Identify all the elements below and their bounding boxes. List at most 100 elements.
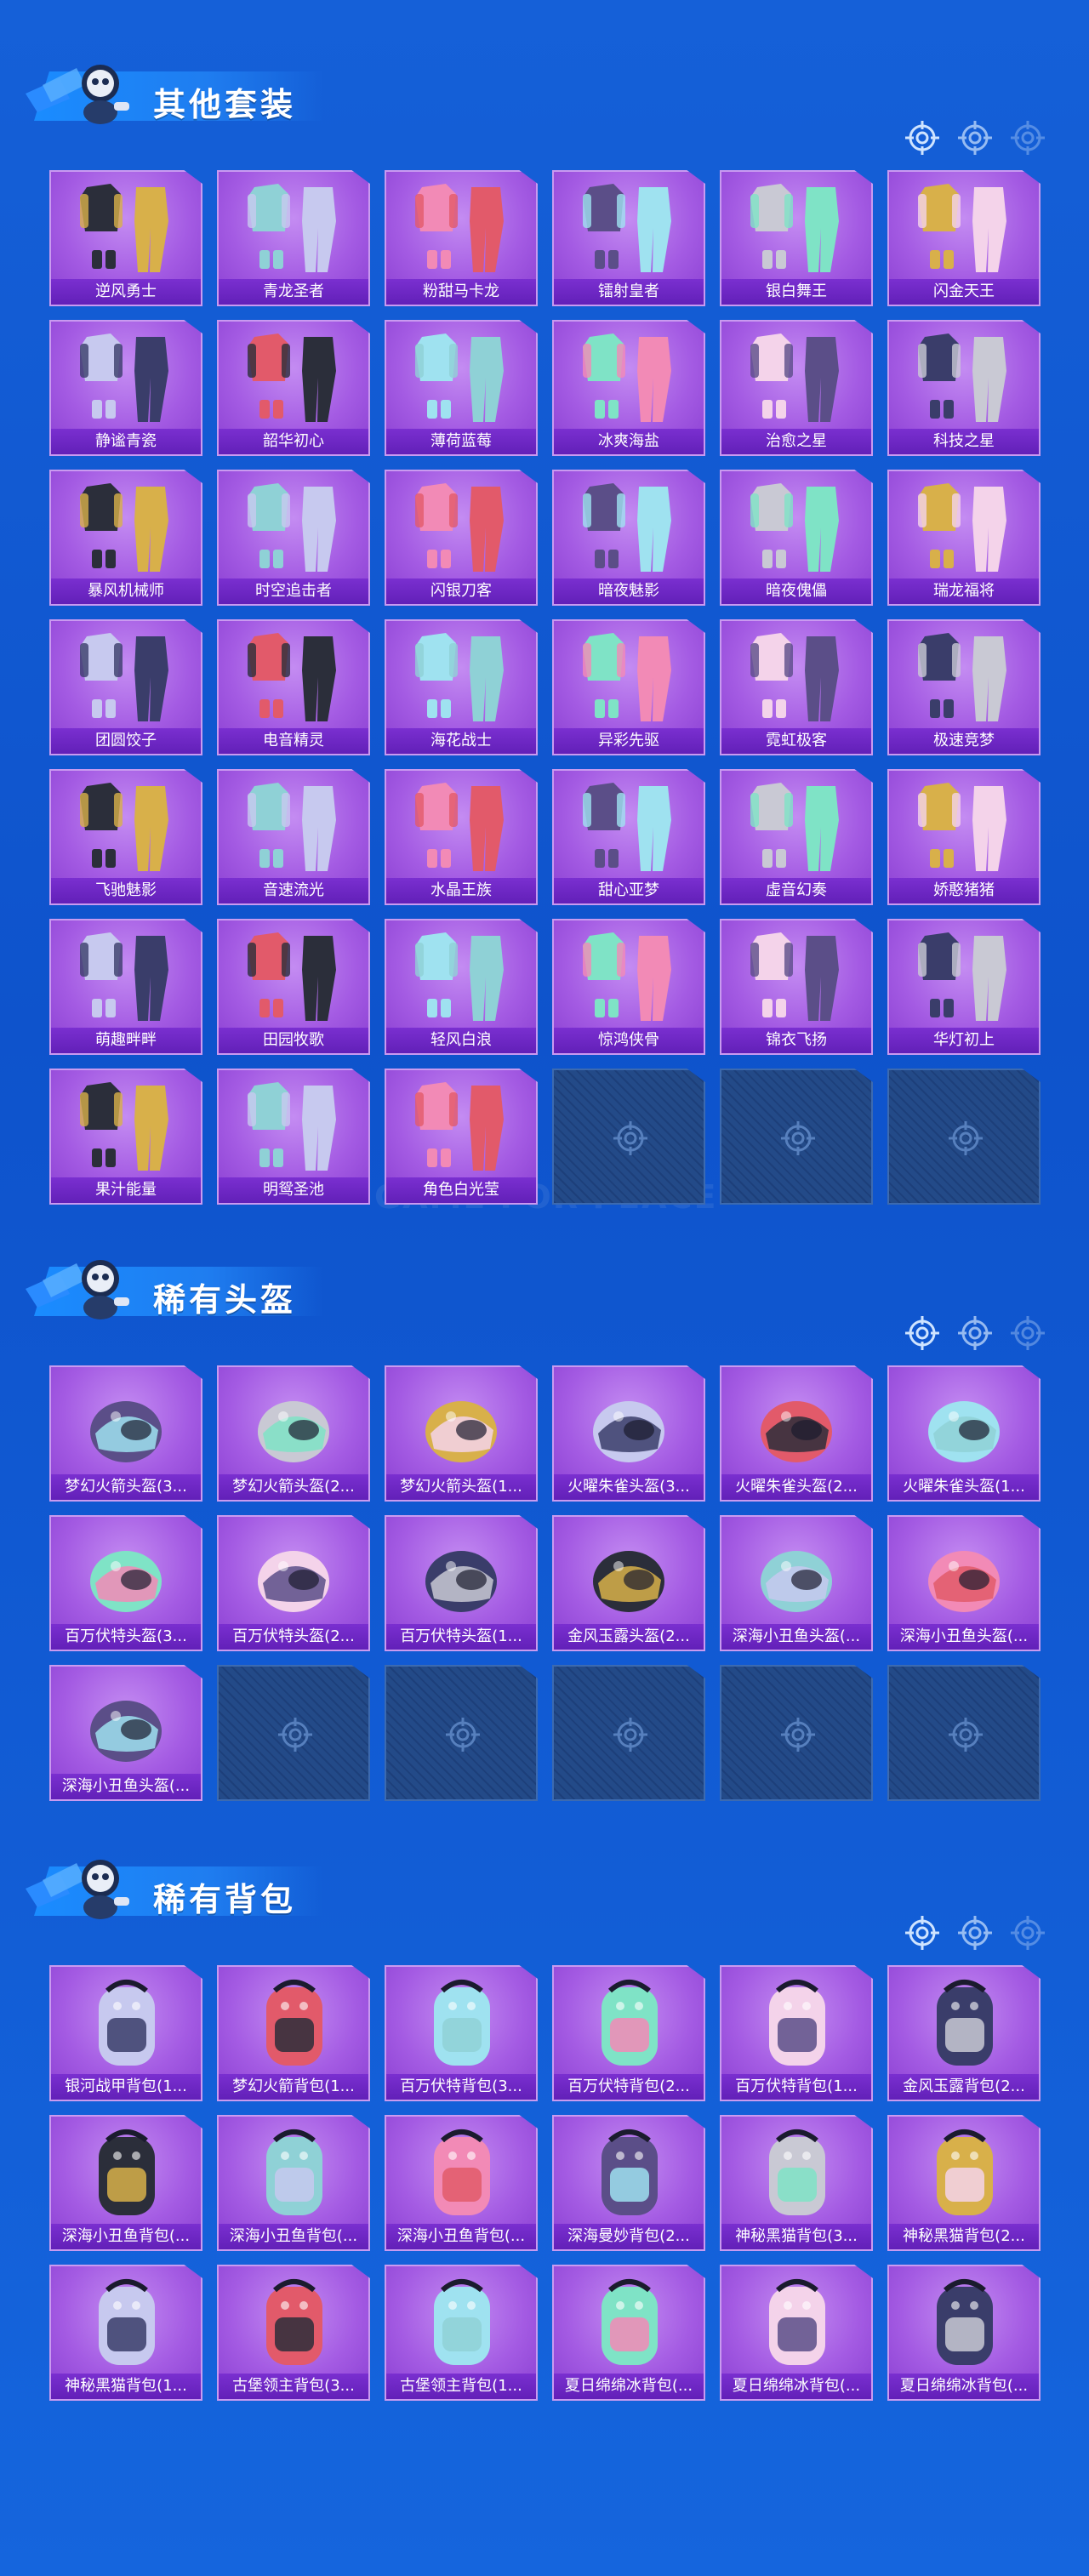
backpack-card[interactable]: 夏日绵绵冰背包(... — [720, 2265, 873, 2401]
outfit-card[interactable]: 萌趣畔畔 — [49, 919, 202, 1055]
outfit-card[interactable]: 角色白光莹 — [385, 1069, 538, 1205]
outfit-card[interactable]: 异彩先驱 — [552, 619, 705, 755]
outfit-card[interactable]: 粉甜马卡龙 — [385, 170, 538, 306]
backpack-card[interactable]: 百万伏特背包(3... — [385, 1965, 538, 2101]
outfit-card[interactable]: 华灯初上 — [887, 919, 1041, 1055]
backpack-card[interactable]: 深海小丑鱼背包(... — [217, 2115, 370, 2251]
helmet-card[interactable]: 火曜朱雀头盔(1... — [887, 1365, 1041, 1502]
helmet-card[interactable]: 百万伏特头盔(3... — [49, 1515, 202, 1651]
outfit-card[interactable]: 虚音幻奏 — [720, 769, 873, 905]
mascot-icon — [26, 1860, 129, 1919]
helmet-image — [90, 1551, 162, 1612]
crosshair-icon — [446, 1718, 480, 1752]
backpack-card[interactable]: 银河战甲背包(1... — [49, 1965, 202, 2101]
outfit-card[interactable]: 电音精灵 — [217, 619, 370, 755]
outfit-card[interactable]: 海花战士 — [385, 619, 538, 755]
outfit-card[interactable]: 冰爽海盐 — [552, 320, 705, 456]
outfit-image — [583, 483, 671, 572]
backpack-image — [434, 2279, 490, 2365]
outfit-card[interactable]: 暗夜魅影 — [552, 470, 705, 606]
outfit-card[interactable]: 果汁能量 — [49, 1069, 202, 1205]
backpack-card[interactable]: 夏日绵绵冰背包(... — [552, 2265, 705, 2401]
item-name: 百万伏特背包(1... — [721, 2074, 871, 2100]
backpack-card[interactable]: 神秘黑猫背包(2... — [887, 2115, 1041, 2251]
outfit-image — [750, 184, 839, 272]
section-header: 稀有头盔 — [0, 1229, 1089, 1350]
outfit-card[interactable]: 音速流光 — [217, 769, 370, 905]
helmet-card[interactable]: 梦幻火箭头盔(1... — [385, 1365, 538, 1502]
outfit-card[interactable]: 明鸳圣池 — [217, 1069, 370, 1205]
item-name: 夏日绵绵冰背包(... — [554, 2374, 704, 2399]
outfit-image — [80, 483, 168, 572]
backpack-card[interactable]: 深海小丑鱼背包(... — [385, 2115, 538, 2251]
item-name: 水晶王族 — [386, 878, 536, 903]
outfit-card[interactable]: 甜心亚梦 — [552, 769, 705, 905]
backpack-card[interactable]: 神秘黑猫背包(3... — [720, 2115, 873, 2251]
backpack-card[interactable]: 百万伏特背包(2... — [552, 1965, 705, 2101]
helmet-card[interactable]: 梦幻火箭头盔(2... — [217, 1365, 370, 1502]
outfit-card[interactable]: 飞驰魅影 — [49, 769, 202, 905]
backpack-card[interactable]: 深海小丑鱼背包(... — [49, 2115, 202, 2251]
outfit-card[interactable]: 韶华初心 — [217, 320, 370, 456]
helmet-image — [928, 1401, 1000, 1462]
outfit-card[interactable]: 逆风勇士 — [49, 170, 202, 306]
outfit-card[interactable]: 田园牧歌 — [217, 919, 370, 1055]
outfit-card[interactable]: 极速竞梦 — [887, 619, 1041, 755]
helmet-image — [258, 1551, 329, 1612]
outfit-card[interactable]: 锦衣飞扬 — [720, 919, 873, 1055]
item-name: 甜心亚梦 — [554, 878, 704, 903]
crosshair-icon — [1009, 119, 1046, 157]
outfit-card[interactable]: 惊鸿侠骨 — [552, 919, 705, 1055]
outfit-card[interactable]: 时空追击者 — [217, 470, 370, 606]
helmet-card[interactable]: 梦幻火箭头盔(3... — [49, 1365, 202, 1502]
outfit-card[interactable]: 暴风机械师 — [49, 470, 202, 606]
outfit-card[interactable]: 镭射皇者 — [552, 170, 705, 306]
helmet-image — [593, 1551, 664, 1612]
item-name: 金风玉露背包(2... — [889, 2074, 1039, 2100]
helmet-card[interactable]: 百万伏特头盔(1... — [385, 1515, 538, 1651]
backpack-card[interactable]: 古堡领主背包(1... — [385, 2265, 538, 2401]
outfit-image — [80, 1082, 168, 1171]
backpack-card[interactable]: 百万伏特背包(1... — [720, 1965, 873, 2101]
helmet-card[interactable]: 深海小丑鱼头盔(... — [887, 1515, 1041, 1651]
outfit-card[interactable]: 科技之星 — [887, 320, 1041, 456]
helmet-card[interactable]: 深海小丑鱼头盔(... — [49, 1665, 202, 1801]
item-name: 暗夜魅影 — [554, 578, 704, 604]
helmet-card[interactable]: 火曜朱雀头盔(2... — [720, 1365, 873, 1502]
backpack-card[interactable]: 夏日绵绵冰背包(... — [887, 2265, 1041, 2401]
helmet-card[interactable]: 百万伏特头盔(2... — [217, 1515, 370, 1651]
section-helmet: 稀有头盔 梦幻火箭头盔(3... 梦幻火箭头盔(2... 梦幻火箭头盔(1...… — [0, 1229, 1089, 1801]
outfit-card[interactable]: 团圆饺子 — [49, 619, 202, 755]
outfit-card[interactable]: 水晶王族 — [385, 769, 538, 905]
outfit-card[interactable]: 暗夜傀儡 — [720, 470, 873, 606]
backpack-card[interactable]: 金风玉露背包(2... — [887, 1965, 1041, 2101]
outfit-card[interactable]: 静谧青瓷 — [49, 320, 202, 456]
backpack-card[interactable]: 梦幻火箭背包(1... — [217, 1965, 370, 2101]
outfit-image — [918, 783, 1006, 871]
outfit-card[interactable]: 薄荷蓝莓 — [385, 320, 538, 456]
helmet-card[interactable]: 金风玉露头盔(2... — [552, 1515, 705, 1651]
outfit-card[interactable]: 霓虹极客 — [720, 619, 873, 755]
helmet-card[interactable]: 深海小丑鱼头盔(... — [720, 1515, 873, 1651]
outfit-image — [248, 932, 336, 1021]
outfit-card[interactable]: 闪银刀客 — [385, 470, 538, 606]
outfit-card[interactable]: 青龙圣者 — [217, 170, 370, 306]
empty-slot — [385, 1665, 538, 1801]
backpack-card[interactable]: 古堡领主背包(3... — [217, 2265, 370, 2401]
outfit-image — [415, 483, 504, 572]
empty-slot — [887, 1069, 1041, 1205]
backpack-card[interactable]: 深海曼妙背包(2... — [552, 2115, 705, 2251]
backpack-card[interactable]: 神秘黑猫背包(1... — [49, 2265, 202, 2401]
outfit-card[interactable]: 轻风白浪 — [385, 919, 538, 1055]
outfit-card[interactable]: 银白舞王 — [720, 170, 873, 306]
outfit-card[interactable]: 闪金天王 — [887, 170, 1041, 306]
outfit-card[interactable]: 娇憨猪猪 — [887, 769, 1041, 905]
helmet-card[interactable]: 火曜朱雀头盔(3... — [552, 1365, 705, 1502]
backpack-image — [99, 2279, 155, 2365]
outfit-card[interactable]: 治愈之星 — [720, 320, 873, 456]
outfit-card[interactable]: 瑞龙福将 — [887, 470, 1041, 606]
backpack-image — [266, 2279, 322, 2365]
outfit-image — [583, 184, 671, 272]
outfit-image — [583, 633, 671, 721]
crosshair-icon — [613, 1718, 647, 1752]
